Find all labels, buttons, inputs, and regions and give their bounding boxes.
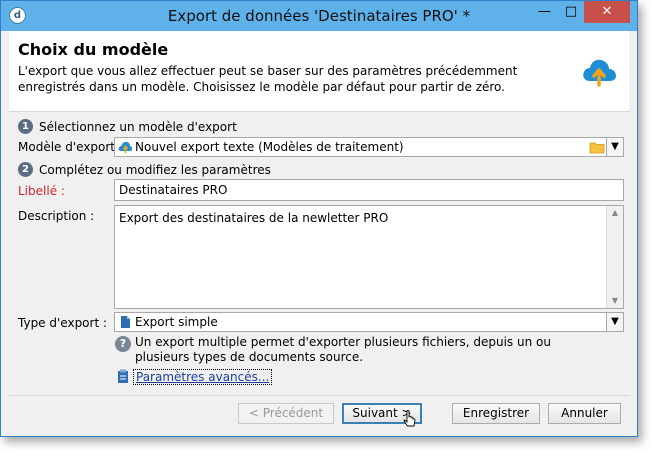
model-dropdown-chevron-icon[interactable]: ▼ [606, 138, 623, 156]
libelle-input[interactable]: Destinataires PRO [114, 179, 624, 201]
scroll-up-icon[interactable]: ▲ [607, 206, 623, 220]
document-icon [121, 316, 130, 328]
description-label: Description : [18, 209, 95, 223]
step-2-number: 2 [18, 162, 33, 177]
export-type-label: Type d'export : [18, 316, 108, 330]
help-icon: ? [115, 336, 131, 352]
footer-divider [9, 395, 630, 396]
export-type-help: Un export multiple permet d'exporter plu… [135, 335, 551, 364]
description-scrollbar[interactable]: ▲ ▼ [606, 206, 623, 308]
cancel-button[interactable]: Annuler [548, 403, 621, 424]
export-type-value: Export simple [135, 315, 218, 329]
page-description: L'export que vous allez effectuer peut s… [18, 64, 518, 94]
mouse-pointer-icon [403, 410, 416, 427]
model-select-value: Nouvel export texte (Modèles de traiteme… [135, 140, 404, 154]
step-1-label: Sélectionnez un modèle d'export [39, 119, 237, 134]
export-template-icon [118, 141, 132, 153]
export-dialog: d Export de données 'Destinataires PRO' … [0, 0, 638, 437]
model-label: Modèle d'export : [18, 140, 123, 154]
wizard-header: Choix du modèle L'export que vous allez … [9, 31, 629, 111]
libelle-label: Libellé : [18, 184, 65, 198]
export-type-select[interactable]: Export simple ▼ [114, 312, 624, 332]
folder-icon[interactable] [589, 140, 605, 154]
settings-document-icon [118, 369, 128, 383]
scroll-down-icon[interactable]: ▼ [607, 294, 623, 308]
previous-button[interactable]: < Précédent [238, 403, 334, 424]
step-2-label: Complétez ou modifiez les paramètres [39, 162, 271, 177]
export-type-chevron-icon[interactable]: ▼ [606, 313, 623, 331]
step-2: 2 Complétez ou modifiez les paramètres [18, 162, 271, 177]
step-1-number: 1 [18, 119, 33, 134]
save-button[interactable]: Enregistrer [452, 403, 540, 424]
advanced-settings-link[interactable]: Paramètres avancés... [133, 369, 273, 385]
page-title: Choix du modèle [18, 40, 169, 59]
step-1: 1 Sélectionnez un modèle d'export [18, 119, 237, 134]
cloud-upload-icon [583, 59, 616, 87]
close-button[interactable]: ✕ [584, 1, 630, 23]
model-select[interactable]: Nouvel export texte (Modèles de traiteme… [114, 137, 624, 157]
minimize-button[interactable]: — [531, 1, 558, 23]
maximize-button[interactable]: □ [558, 1, 584, 23]
description-text: Export des destinataires de la newletter… [119, 211, 389, 225]
header-divider [9, 111, 630, 112]
title-bar[interactable]: d Export de données 'Destinataires PRO' … [1, 1, 637, 31]
description-textarea[interactable]: Export des destinataires de la newletter… [114, 205, 624, 309]
